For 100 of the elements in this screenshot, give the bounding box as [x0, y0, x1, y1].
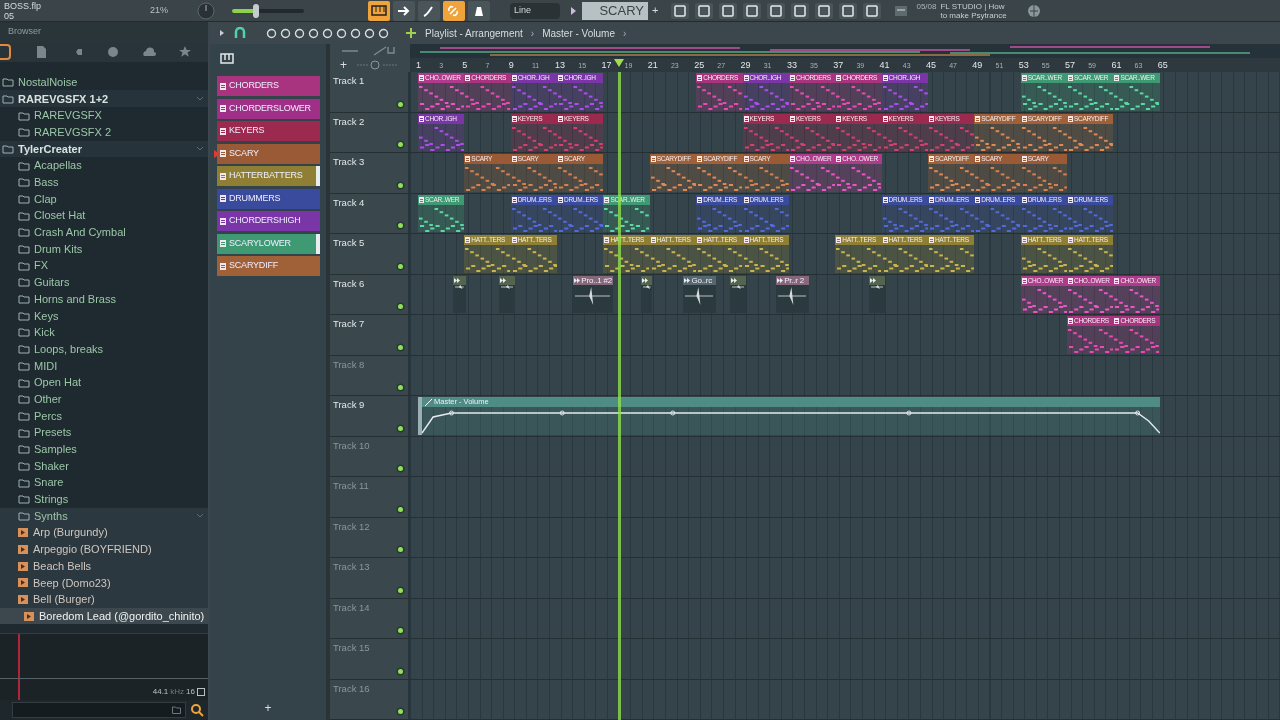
browser-item[interactable]: RAREVGSFX: [0, 107, 208, 124]
browser-item[interactable]: TylerCreater: [0, 140, 208, 158]
pattern-item[interactable]: SCARY: [217, 143, 320, 164]
pattern-item[interactable]: CHORDERSHIGH: [217, 211, 320, 231]
pattern-item[interactable]: DRUMMERS: [217, 188, 320, 209]
browser-item[interactable]: Drum Kits: [0, 240, 208, 258]
track-header[interactable]: Track 1: [330, 72, 410, 112]
browser-item[interactable]: Loops, breaks: [0, 340, 208, 358]
track-header[interactable]: Track 7: [330, 315, 410, 355]
ruler-number: 1: [416, 59, 421, 72]
pattern-item[interactable]: SCARYDIFF: [217, 256, 320, 276]
pattern-item[interactable]: CHORDERSLOWER: [217, 98, 320, 119]
browser-item[interactable]: Percs: [0, 407, 208, 425]
browser-item[interactable]: Beep (Domo23): [0, 574, 208, 592]
browser-item[interactable]: Snare: [0, 474, 208, 491]
ruler-number: 9: [508, 59, 514, 72]
add-pattern-button[interactable]: +: [652, 2, 659, 19]
browser-item[interactable]: Samples: [0, 440, 208, 458]
audio-clip[interactable]: Pr..r 2: [776, 275, 809, 313]
clip-label: Pr..r 2: [784, 275, 806, 285]
browser-item[interactable]: Horns and Brass: [0, 290, 208, 308]
track-header[interactable]: Track 8: [330, 355, 410, 395]
browser-item[interactable]: NostalNoise: [0, 73, 208, 91]
track-name: Track 11: [333, 479, 369, 493]
track-header[interactable]: Track 9: [330, 396, 410, 436]
pattern-item[interactable]: SCARYLOWER: [217, 233, 320, 254]
track-header[interactable]: Track 10: [330, 436, 410, 476]
browser-item[interactable]: Kick: [0, 324, 208, 341]
browser-item[interactable]: Synths: [0, 507, 208, 525]
pattern-selector[interactable]: SCARY: [582, 1, 648, 20]
track-name: Track 3: [333, 155, 365, 169]
browser-item[interactable]: Keys: [0, 307, 208, 325]
browser-item[interactable]: Strings: [0, 490, 208, 508]
track-header[interactable]: Track 11: [330, 477, 410, 517]
track-name: Track 16: [333, 681, 370, 696]
cpu-meter: 21%: [150, 3, 169, 17]
browser-item[interactable]: Crash And Cymbal: [0, 223, 208, 241]
track-header[interactable]: Track 14: [330, 598, 410, 638]
pattern-item[interactable]: HATTERBATTERS: [217, 166, 320, 186]
audio-clip[interactable]: Go..rc: [683, 275, 716, 313]
audio-clip[interactable]: Pro..1 #2: [573, 275, 613, 313]
clip-header[interactable]: Pr..r 2: [776, 275, 809, 285]
track-header[interactable]: Track 5: [330, 234, 410, 274]
track-header[interactable]: Track 6: [330, 274, 410, 314]
browser-item[interactable]: MIDI: [0, 357, 208, 375]
browser-item[interactable]: Bass: [0, 173, 208, 191]
track-header[interactable]: Track 2: [330, 112, 410, 152]
pattern-item[interactable]: CHORDERS: [217, 76, 320, 96]
track-name: Track 2: [333, 114, 365, 129]
clip-label: Pro..1 #2: [581, 275, 613, 285]
browser-item[interactable]: Presets: [0, 424, 208, 441]
snap-dropdown[interactable]: Line: [510, 2, 560, 19]
browser-item[interactable]: Closet Hat: [0, 207, 208, 224]
track-name: Track 5: [333, 236, 365, 250]
ruler-number: 21: [647, 59, 658, 72]
ruler-number: 61: [1111, 59, 1122, 72]
browser-item[interactable]: Guitars: [0, 274, 208, 291]
hint-text: FL STUDIO | How: [940, 1, 1005, 11]
browser-item[interactable]: Shaker: [0, 457, 208, 475]
ruler-number: 53: [1018, 59, 1029, 72]
track-name: Track 9: [333, 398, 365, 412]
browser-item[interactable]: Other: [0, 390, 208, 408]
ruler-number: 5: [462, 59, 468, 72]
clip-label: Go..rc: [691, 275, 713, 285]
breadcrumb-separator: ›: [530, 26, 535, 41]
browser-item[interactable]: Clap: [0, 190, 208, 208]
add-track-button[interactable]: +: [340, 59, 347, 71]
ruler-number: 29: [740, 59, 751, 72]
pattern-item[interactable]: KEYERS: [217, 121, 320, 141]
ruler-number: 45: [925, 59, 936, 72]
hint-date: 05/08: [916, 1, 937, 13]
track-header[interactable]: Track 16: [330, 679, 410, 719]
ruler-number: 49: [972, 59, 983, 72]
ruler-number: 41: [879, 59, 890, 72]
clip-header[interactable]: Go..rc: [683, 275, 716, 285]
track-header[interactable]: Track 3: [330, 153, 410, 193]
browser-item[interactable]: RAREVGSFX 2: [0, 123, 208, 141]
browser-item[interactable]: Arp (Burgundy): [0, 524, 208, 542]
track-name: Track 15: [333, 641, 370, 655]
clip-header[interactable]: Pro..1 #2: [573, 275, 613, 285]
browser-item[interactable]: RAREVGSFX 1+2: [0, 90, 208, 108]
track-header[interactable]: Track 12: [330, 517, 410, 557]
track-header[interactable]: Track 4: [330, 193, 410, 233]
browser-item[interactable]: Open Hat: [0, 374, 208, 391]
browser-item[interactable]: FX: [0, 257, 208, 275]
add-button[interactable]: +: [264, 702, 272, 716]
browser-item[interactable]: Arpeggio (BOYFRIEND): [0, 541, 208, 558]
ruler-number: 65: [1157, 59, 1168, 72]
browser-item[interactable]: Acapellas: [0, 157, 208, 174]
ruler-number: 17: [601, 59, 612, 72]
track-header[interactable]: Track 13: [330, 558, 410, 598]
panel-title: Browser: [8, 25, 41, 39]
track-name: Track 14: [333, 600, 370, 615]
browser-item[interactable]: Bell (Burger): [0, 591, 208, 608]
track-name: Track 13: [333, 560, 370, 574]
breadcrumb-item[interactable]: Master - Volume: [542, 25, 615, 41]
window-title: Playlist - Arrangement: [425, 26, 523, 41]
rate-unit: kHz: [170, 686, 185, 699]
track-name: Track 12: [333, 519, 370, 534]
track-header[interactable]: Track 15: [330, 639, 410, 679]
